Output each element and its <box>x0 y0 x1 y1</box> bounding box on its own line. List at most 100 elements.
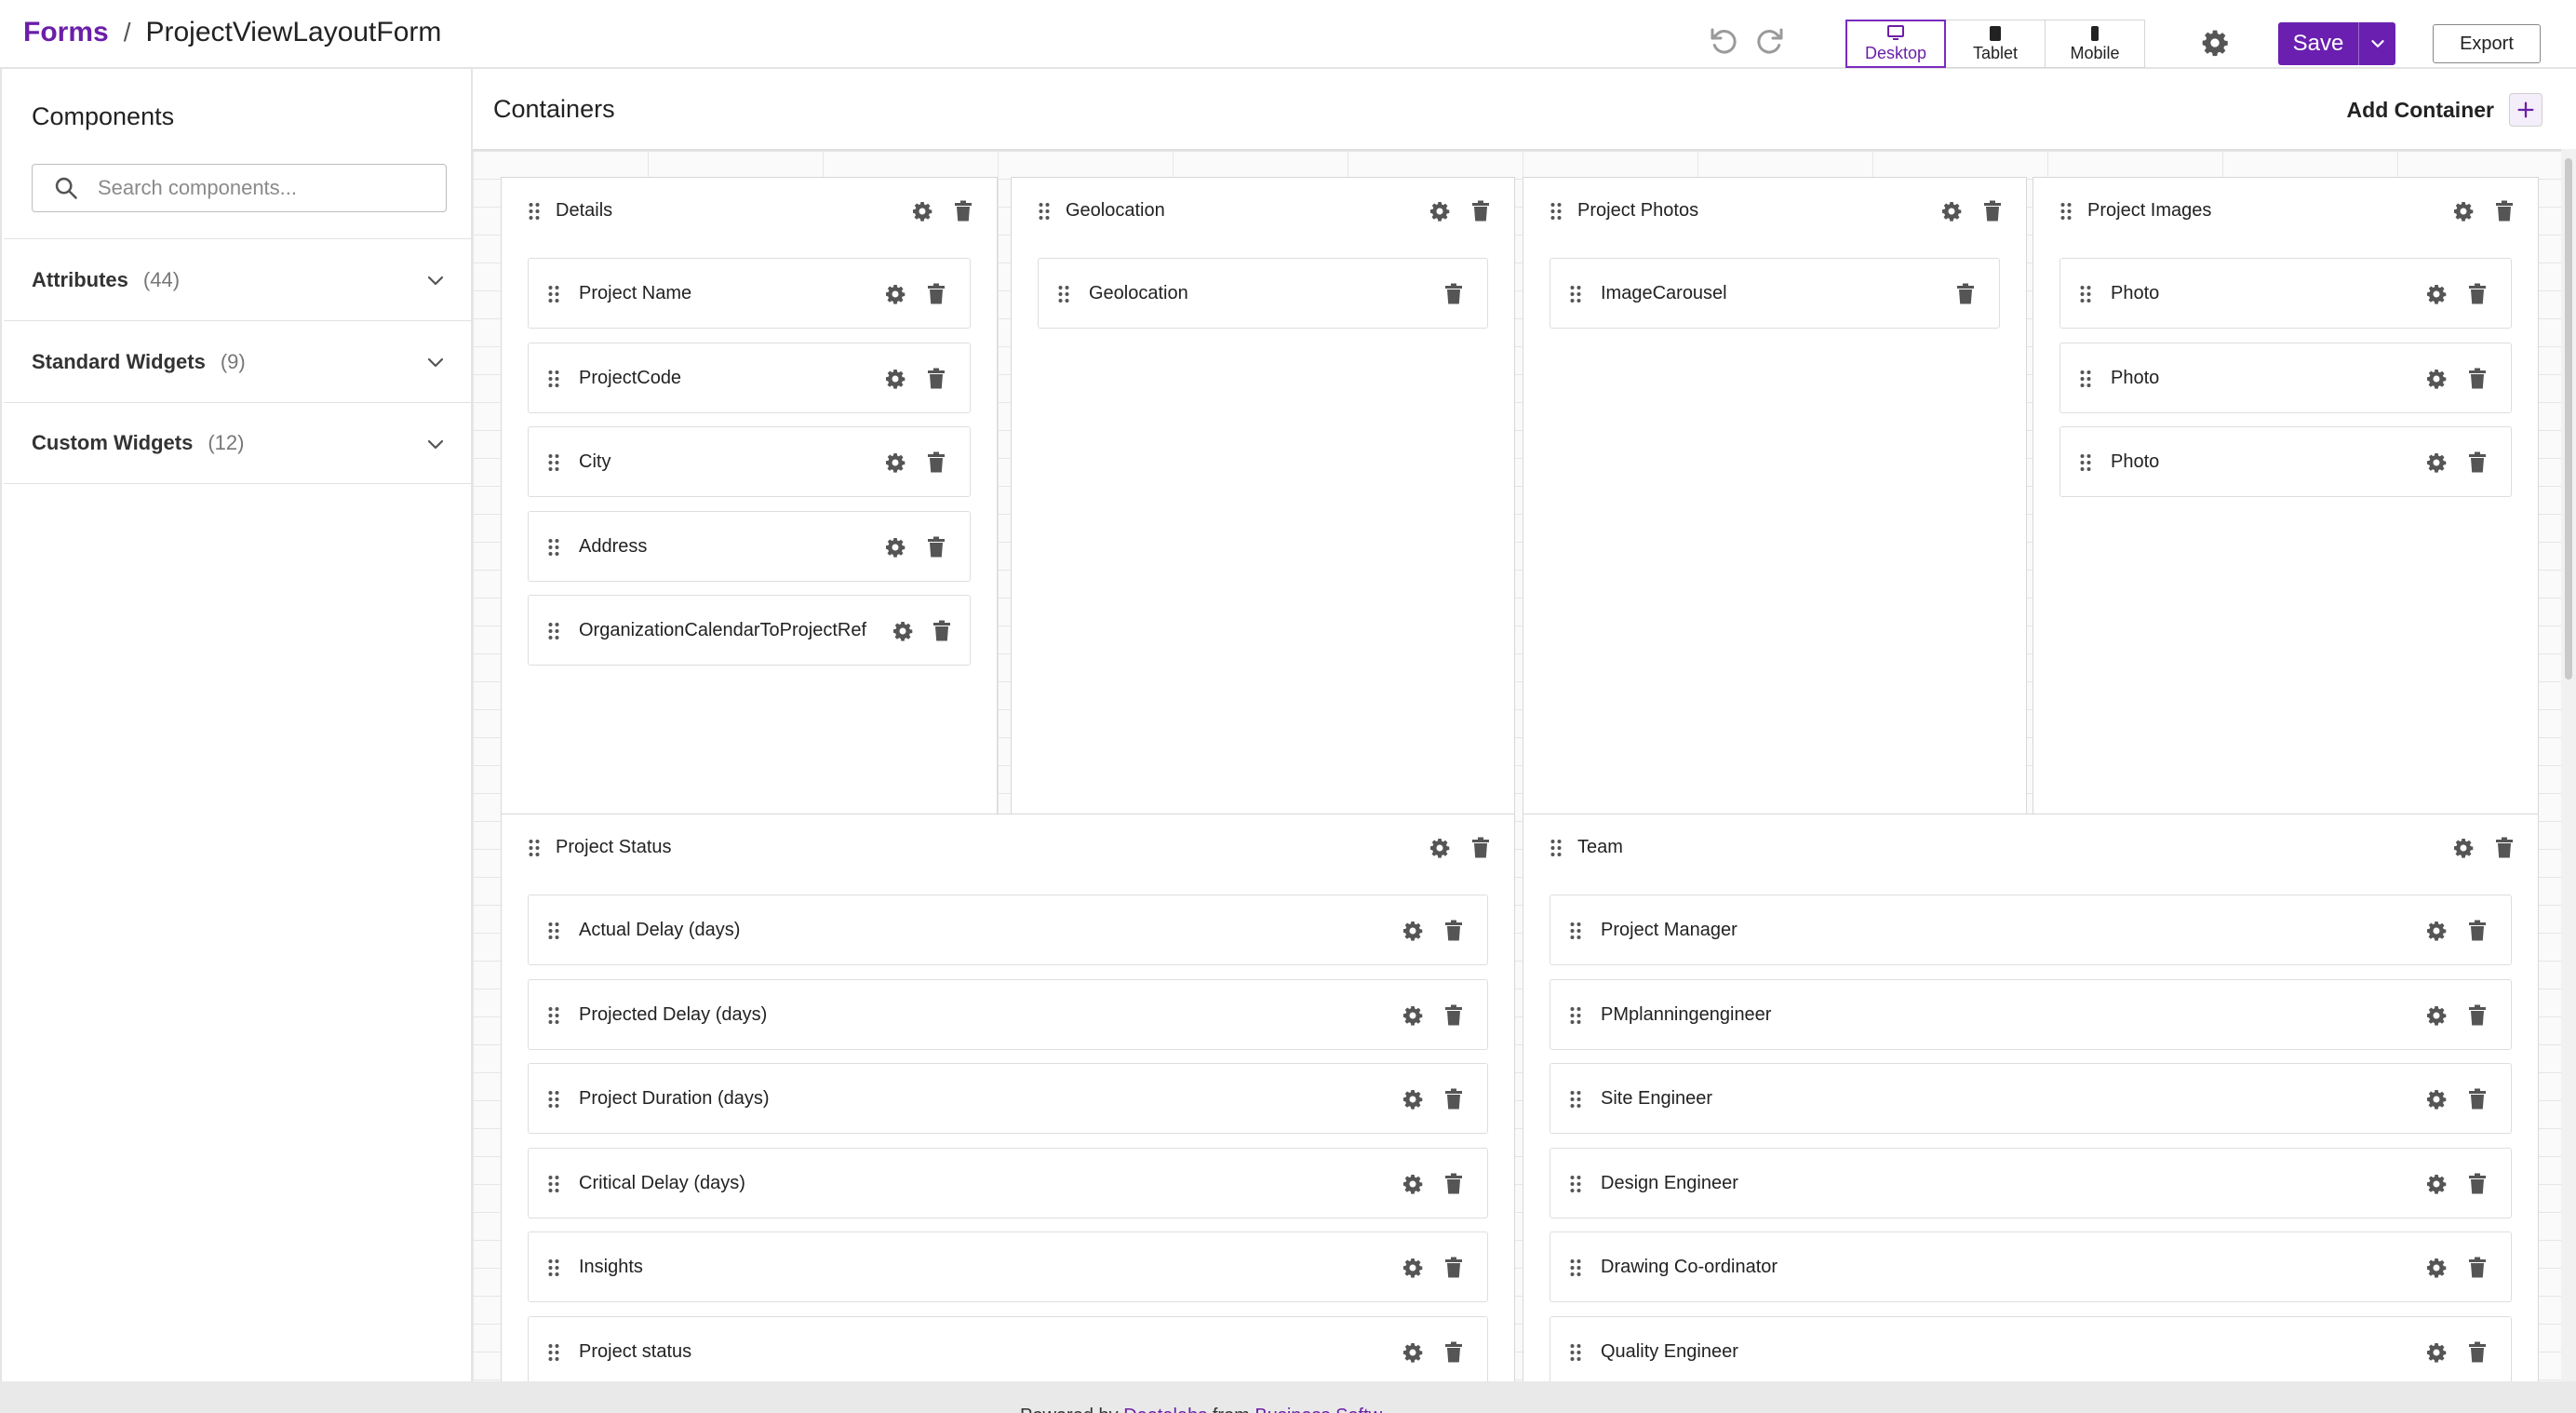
gear-icon[interactable] <box>1429 200 1451 222</box>
drag-handle-icon[interactable] <box>528 202 541 221</box>
drag-handle-icon[interactable] <box>2059 202 2073 221</box>
gear-icon[interactable] <box>1402 1257 1424 1279</box>
drag-handle-icon[interactable] <box>547 1006 560 1025</box>
trash-icon[interactable] <box>1444 920 1463 942</box>
breadcrumb-forms-link[interactable]: Forms <box>23 17 109 48</box>
device-tablet-button[interactable]: Tablet <box>1945 20 2046 68</box>
undo-button[interactable] <box>1705 22 1742 60</box>
drag-handle-icon[interactable] <box>1550 202 1563 221</box>
drag-handle-icon[interactable] <box>1569 1175 1582 1193</box>
gear-icon[interactable] <box>884 536 906 558</box>
field-item[interactable]: Geolocation <box>1038 258 1488 329</box>
gear-icon[interactable] <box>2425 1173 2448 1195</box>
drag-handle-icon[interactable] <box>547 1343 560 1362</box>
footer-company-link[interactable]: Business Softw... <box>1254 1406 1396 1413</box>
trash-icon[interactable] <box>2495 200 2514 222</box>
field-item[interactable]: Quality Engineer <box>1550 1315 2512 1381</box>
drag-handle-icon[interactable] <box>1038 202 1051 221</box>
drag-handle-icon[interactable] <box>547 1258 560 1277</box>
field-item[interactable]: Actual Delay (days) <box>528 895 1488 965</box>
gear-icon[interactable] <box>884 451 906 474</box>
trash-icon[interactable] <box>2468 368 2487 390</box>
gear-icon[interactable] <box>2425 1088 2448 1110</box>
trash-icon[interactable] <box>932 620 951 642</box>
gear-icon[interactable] <box>1402 1004 1424 1027</box>
trash-icon[interactable] <box>927 368 946 390</box>
trash-icon[interactable] <box>2468 283 2487 305</box>
field-item[interactable]: PMplanningengineer <box>1550 978 2512 1050</box>
gear-icon[interactable] <box>892 620 914 642</box>
trash-icon[interactable] <box>927 451 946 474</box>
gear-icon[interactable] <box>2452 837 2475 859</box>
drag-handle-icon[interactable] <box>547 453 560 472</box>
gear-icon[interactable] <box>911 200 933 222</box>
drag-handle-icon[interactable] <box>547 622 560 640</box>
trash-icon[interactable] <box>954 200 973 222</box>
drag-handle-icon[interactable] <box>528 839 541 857</box>
redo-button[interactable] <box>1751 22 1789 60</box>
gear-icon[interactable] <box>1429 837 1451 859</box>
trash-icon[interactable] <box>1956 283 1975 305</box>
gear-icon[interactable] <box>1402 1088 1424 1110</box>
trash-icon[interactable] <box>1444 283 1463 305</box>
field-item[interactable]: Photo <box>2059 426 2512 497</box>
field-item[interactable]: Design Engineer <box>1550 1147 2512 1218</box>
drag-handle-icon[interactable] <box>547 922 560 940</box>
add-container-button[interactable]: Add Container <box>2347 93 2542 127</box>
drag-handle-icon[interactable] <box>547 1090 560 1109</box>
trash-icon[interactable] <box>1444 1088 1463 1110</box>
gear-icon[interactable] <box>2425 1004 2448 1027</box>
drag-handle-icon[interactable] <box>1550 839 1563 857</box>
trash-icon[interactable] <box>1444 1173 1463 1195</box>
scrollbar-thumb[interactable] <box>2565 158 2572 680</box>
trash-icon[interactable] <box>2468 451 2487 474</box>
device-desktop-button[interactable]: Desktop <box>1845 20 1946 68</box>
trash-icon[interactable] <box>927 283 946 305</box>
trash-icon[interactable] <box>2468 1004 2487 1027</box>
field-item[interactable]: ImageCarousel <box>1550 258 2000 329</box>
field-item[interactable]: Project Duration (days) <box>528 1063 1488 1134</box>
search-components-input[interactable] <box>98 176 414 200</box>
gear-icon[interactable] <box>1402 1341 1424 1364</box>
trash-icon[interactable] <box>2468 1257 2487 1279</box>
trash-icon[interactable] <box>1444 1257 1463 1279</box>
drag-handle-icon[interactable] <box>1057 285 1070 303</box>
drag-handle-icon[interactable] <box>547 285 560 303</box>
field-item[interactable]: Project Manager <box>1550 895 2512 965</box>
gear-icon[interactable] <box>2425 920 2448 942</box>
gear-icon[interactable] <box>2425 1341 2448 1364</box>
field-item[interactable]: Drawing Co-ordinator <box>1550 1231 2512 1302</box>
gear-icon[interactable] <box>1940 200 1963 222</box>
trash-icon[interactable] <box>2468 920 2487 942</box>
field-item[interactable]: OrganizationCalendarToProjectRef <box>528 595 971 666</box>
trash-icon[interactable] <box>2495 837 2514 859</box>
gear-icon[interactable] <box>884 283 906 305</box>
field-item[interactable]: Photo <box>2059 342 2512 413</box>
trash-icon[interactable] <box>2468 1341 2487 1364</box>
drag-handle-icon[interactable] <box>2079 285 2092 303</box>
form-settings-button[interactable] <box>2200 28 2230 58</box>
trash-icon[interactable] <box>2468 1173 2487 1195</box>
field-item[interactable]: Insights <box>528 1231 1488 1302</box>
accordion-custom-widgets[interactable]: Custom Widgets (12) <box>4 402 473 484</box>
export-button[interactable]: Export <box>2433 24 2541 63</box>
gear-icon[interactable] <box>2425 451 2448 474</box>
accordion-attributes[interactable]: Attributes (44) <box>4 238 473 320</box>
trash-icon[interactable] <box>1444 1004 1463 1027</box>
field-item[interactable]: Project Name <box>528 258 971 329</box>
drag-handle-icon[interactable] <box>1569 1343 1582 1362</box>
trash-icon[interactable] <box>1444 1341 1463 1364</box>
drag-handle-icon[interactable] <box>2079 453 2092 472</box>
drag-handle-icon[interactable] <box>1569 922 1582 940</box>
trash-icon[interactable] <box>1471 200 1490 222</box>
drag-handle-icon[interactable] <box>547 370 560 388</box>
gear-icon[interactable] <box>2425 1257 2448 1279</box>
field-item[interactable]: Photo <box>2059 258 2512 329</box>
trash-icon[interactable] <box>1983 200 2002 222</box>
field-item[interactable]: Address <box>528 510 971 582</box>
save-options-dropdown[interactable] <box>2358 22 2395 65</box>
accordion-standard-widgets[interactable]: Standard Widgets (9) <box>4 320 473 402</box>
device-mobile-button[interactable]: Mobile <box>2045 20 2145 68</box>
trash-icon[interactable] <box>2468 1088 2487 1110</box>
field-item[interactable]: Projected Delay (days) <box>528 978 1488 1050</box>
